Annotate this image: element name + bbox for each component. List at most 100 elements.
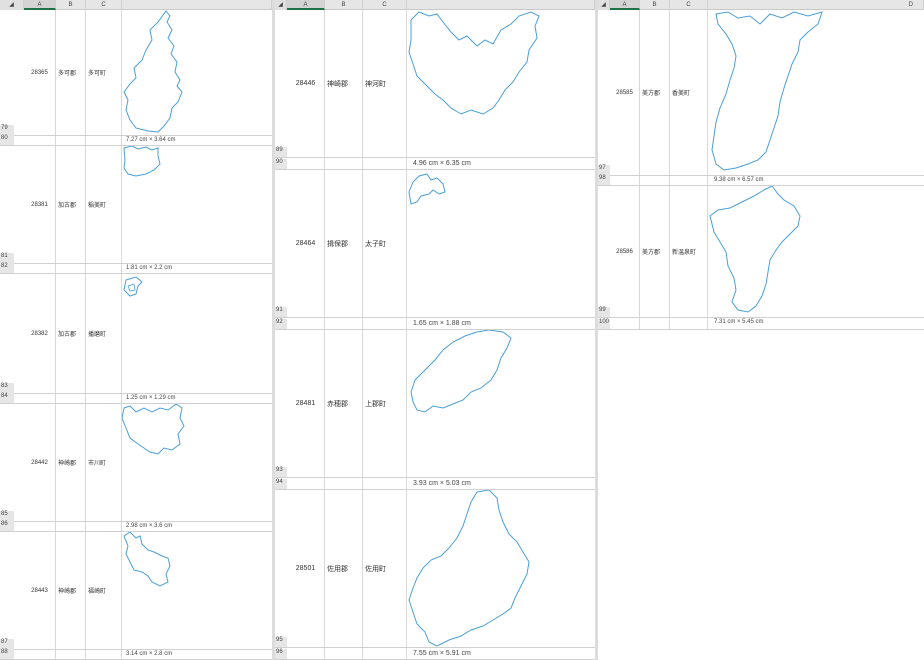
cell-town[interactable]: 多可町 [86, 10, 122, 135]
cell-town[interactable]: 播磨町 [86, 274, 122, 393]
table-row[interactable]: 91 28464 揖保郡 太子町 [275, 170, 595, 318]
table-row[interactable]: 83 28382 加古郡 播磨町 [0, 274, 272, 394]
column-header-d[interactable]: D [708, 0, 924, 10]
cell-district[interactable]: 加古郡 [56, 274, 86, 393]
cell-district[interactable] [56, 522, 86, 531]
cell-town[interactable]: 新温泉町 [670, 186, 708, 317]
select-all-corner[interactable]: ◢ [598, 0, 610, 10]
row-number[interactable]: 94 [275, 479, 287, 489]
cell-code[interactable] [610, 176, 640, 185]
cell-district[interactable] [640, 176, 670, 185]
cell-district[interactable] [56, 394, 86, 403]
cell-town[interactable] [86, 522, 122, 531]
table-row[interactable]: 80 7.27 cm × 3.64 cm [0, 135, 272, 146]
table-row[interactable]: 90 4.96 cm × 6.35 cm [275, 158, 595, 170]
cell-district[interactable] [325, 318, 363, 329]
select-all-corner[interactable]: ◢ [0, 0, 24, 10]
cell-town[interactable] [86, 394, 122, 403]
cell-town[interactable] [670, 318, 708, 329]
row-number[interactable]: 90 [275, 159, 287, 169]
cell-district[interactable]: 多可郡 [56, 10, 86, 135]
cell-district[interactable] [325, 478, 363, 489]
cell-town[interactable]: 稲美町 [86, 146, 122, 263]
cell-district[interactable] [56, 264, 86, 273]
table-row[interactable]: 84 1.25 cm × 1.29 cm [0, 393, 272, 404]
row-number[interactable]: 82 [0, 263, 14, 273]
column-header-b[interactable]: B [325, 0, 363, 10]
cell-code[interactable] [287, 318, 325, 329]
cell-code[interactable] [24, 522, 56, 531]
shape-dimensions[interactable]: 9.38 cm × 6.57 cm [712, 177, 764, 183]
cell-district[interactable]: 神崎郡 [56, 532, 86, 649]
row-number[interactable]: 80 [0, 135, 14, 145]
cell-code[interactable] [287, 648, 325, 659]
cell-town[interactable]: 上郡町 [363, 330, 407, 477]
municipality-outline-shape[interactable] [407, 490, 537, 648]
column-header-d[interactable] [122, 0, 272, 10]
shape-dimensions[interactable]: 1.81 cm × 2.2 cm [124, 265, 172, 271]
shape-dimensions[interactable]: 3.93 cm × 5.03 cm [411, 480, 471, 487]
row-number[interactable]: 97 [598, 165, 610, 175]
cell-town[interactable]: 市川町 [86, 404, 122, 521]
shape-dimensions[interactable]: 7.31 cm × 5.45 cm [712, 319, 764, 325]
row-number[interactable]: 81 [0, 253, 14, 263]
column-header-b[interactable]: B [56, 0, 86, 10]
municipality-outline-shape[interactable] [407, 330, 517, 416]
cell-code[interactable] [287, 478, 325, 489]
row-number[interactable]: 83 [0, 383, 14, 393]
shape-dimensions[interactable]: 7.55 cm × 5.91 cm [411, 650, 471, 657]
row-number[interactable]: 93 [275, 467, 287, 477]
row-number[interactable]: 85 [0, 511, 14, 521]
row-number[interactable]: 89 [275, 147, 287, 157]
cell-code[interactable] [24, 394, 56, 403]
municipality-outline-shape[interactable] [407, 170, 447, 210]
column-header-a[interactable]: A [610, 0, 640, 10]
municipality-outline-shape[interactable] [122, 532, 174, 588]
table-row[interactable]: 99 28586 美方郡 新温泉町 [598, 186, 924, 318]
cell-town[interactable] [363, 318, 407, 329]
cell-code[interactable] [287, 158, 325, 169]
cell-district[interactable]: 神崎郡 [56, 404, 86, 521]
row-number[interactable]: 92 [275, 319, 287, 329]
table-row[interactable]: 82 1.81 cm × 2.2 cm [0, 263, 272, 274]
column-header-a[interactable]: A [287, 0, 325, 10]
cell-district[interactable]: 神崎郡 [325, 10, 363, 157]
table-row[interactable]: 96 7.55 cm × 5.91 cm [275, 648, 595, 660]
row-number[interactable]: 87 [0, 639, 14, 649]
cell-town[interactable] [670, 176, 708, 185]
cell-code[interactable]: 28585 [610, 10, 640, 175]
cell-district[interactable]: 赤穂郡 [325, 330, 363, 477]
municipality-outline-shape[interactable] [122, 146, 162, 180]
column-header-c[interactable]: C [670, 0, 708, 10]
shape-dimensions[interactable]: 7.27 cm × 3.64 cm [124, 137, 176, 143]
table-row[interactable]: 81 28381 加古郡 稲美町 [0, 146, 272, 264]
row-number[interactable]: 91 [275, 307, 287, 317]
cell-town[interactable] [86, 136, 122, 145]
municipality-outline-shape[interactable] [122, 404, 186, 456]
table-row[interactable]: 100 7.31 cm × 5.45 cm [598, 318, 924, 330]
cell-code[interactable]: 28464 [287, 170, 325, 317]
cell-code[interactable]: 28381 [24, 146, 56, 263]
cell-code[interactable]: 28442 [24, 404, 56, 521]
cell-district[interactable]: 佐用郡 [325, 490, 363, 647]
municipality-outline-shape[interactable] [407, 10, 543, 118]
municipality-outline-shape[interactable] [122, 276, 146, 300]
shape-dimensions[interactable]: 1.65 cm × 1.88 cm [411, 320, 471, 327]
cell-district[interactable] [325, 648, 363, 659]
row-number[interactable]: 100 [598, 319, 610, 329]
row-number[interactable]: 98 [598, 175, 610, 185]
cell-district[interactable] [325, 158, 363, 169]
row-number[interactable]: 88 [0, 649, 14, 659]
cell-code[interactable]: 28481 [287, 330, 325, 477]
cell-district[interactable] [56, 650, 86, 659]
table-row[interactable]: 95 28501 佐用郡 佐用町 [275, 490, 595, 648]
cell-town[interactable]: 太子町 [363, 170, 407, 317]
cell-town[interactable]: 神河町 [363, 10, 407, 157]
shape-dimensions[interactable]: 3.14 cm × 2.8 cm [124, 651, 172, 657]
cell-district[interactable]: 美方郡 [640, 186, 670, 317]
shape-dimensions[interactable]: 1.25 cm × 1.29 cm [124, 395, 176, 401]
select-all-corner[interactable]: ◢ [275, 0, 287, 10]
cell-district[interactable]: 加古郡 [56, 146, 86, 263]
table-row[interactable]: 89 28446 神崎郡 神河町 [275, 10, 595, 158]
cell-town[interactable]: 福崎町 [86, 532, 122, 649]
